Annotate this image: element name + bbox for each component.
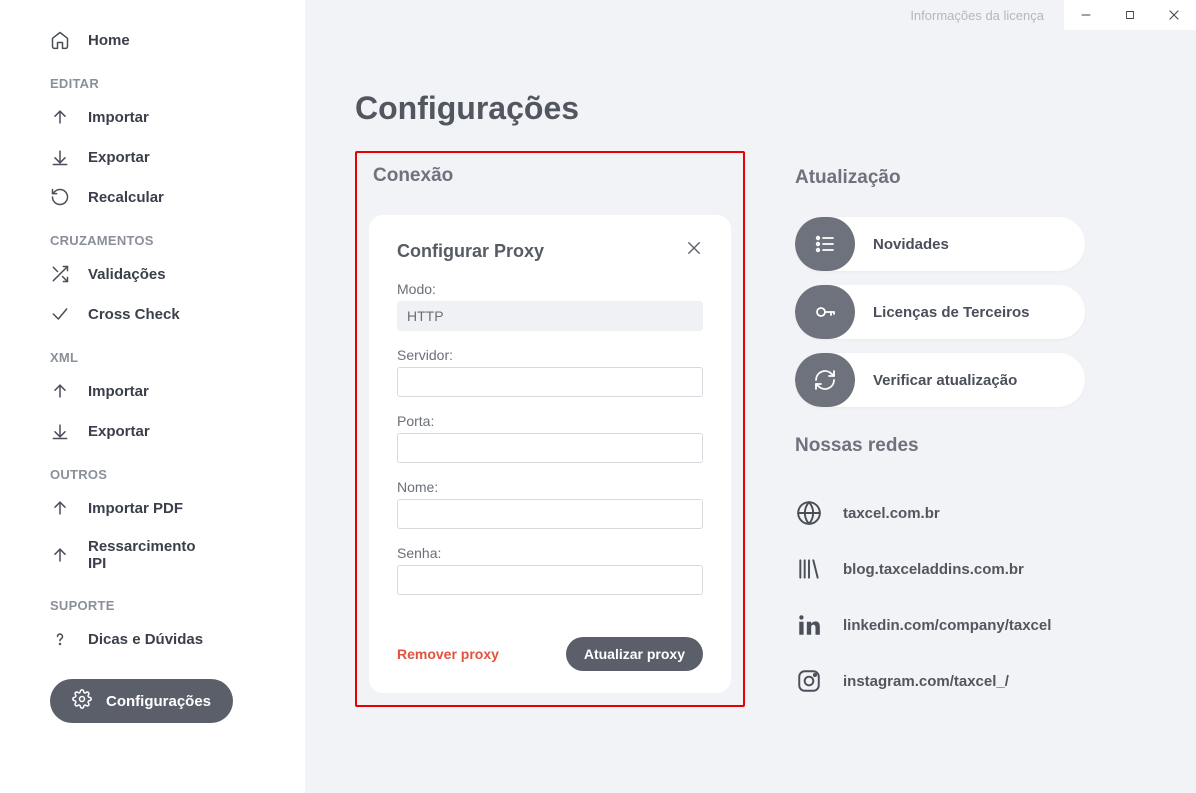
sidebar-item-ressarcimento[interactable]: Ressarcimento IPI bbox=[50, 528, 270, 582]
sidebar-item-dicas[interactable]: Dicas e Dúvidas bbox=[50, 619, 270, 659]
social-label: linkedin.com/company/taxcel bbox=[843, 617, 1051, 634]
sidebar-item-validacoes[interactable]: Validações bbox=[50, 254, 270, 294]
licencas-button[interactable]: Licenças de Terceiros bbox=[795, 285, 1085, 339]
sidebar-label: Importar bbox=[88, 109, 149, 126]
card-title: Configurar Proxy bbox=[397, 241, 544, 262]
sidebar-label: Dicas e Dúvidas bbox=[88, 631, 203, 648]
import-icon bbox=[50, 381, 70, 401]
sidebar-label: Exportar bbox=[88, 149, 150, 166]
sidebar-item-recalcular[interactable]: Recalcular bbox=[50, 177, 270, 217]
sidebar-label: Exportar bbox=[88, 423, 150, 440]
nome-input[interactable] bbox=[397, 499, 703, 529]
update-proxy-button[interactable]: Atualizar proxy bbox=[566, 637, 703, 671]
social-section: Nossas redes taxcel.com.br blog.taxcelad… bbox=[795, 435, 1085, 709]
sidebar-item-importar[interactable]: Importar bbox=[50, 97, 270, 137]
content: Configurações Conexão Configurar Proxy M… bbox=[305, 0, 1196, 749]
topbar: Informações da licença bbox=[910, 0, 1196, 30]
instagram-icon bbox=[795, 667, 823, 695]
home-icon bbox=[50, 30, 70, 50]
sidebar-section-xml: XML bbox=[50, 350, 270, 365]
servidor-input[interactable] bbox=[397, 367, 703, 397]
sidebar-label: Cross Check bbox=[88, 306, 180, 323]
books-icon bbox=[795, 555, 823, 583]
sidebar-item-crosscheck[interactable]: Cross Check bbox=[50, 294, 270, 334]
sidebar-label: Importar bbox=[88, 383, 149, 400]
section-title-redes: Nossas redes bbox=[795, 435, 1085, 457]
sync-icon bbox=[795, 353, 855, 407]
list-icon bbox=[795, 217, 855, 271]
export-icon bbox=[50, 421, 70, 441]
key-icon bbox=[795, 285, 855, 339]
verificar-button[interactable]: Verificar atualização bbox=[795, 353, 1085, 407]
sidebar-label: Validações bbox=[88, 266, 166, 283]
sidebar-label: Configurações bbox=[106, 693, 211, 710]
social-linkedin[interactable]: linkedin.com/company/taxcel bbox=[795, 597, 1085, 653]
sidebar-section-cruzamentos: CRUZAMENTOS bbox=[50, 233, 270, 248]
label-modo: Modo: bbox=[397, 281, 703, 297]
pill-label: Licenças de Terceiros bbox=[855, 304, 1029, 321]
modo-value[interactable]: HTTP bbox=[397, 301, 703, 331]
pill-label: Novidades bbox=[855, 236, 949, 253]
label-servidor: Servidor: bbox=[397, 347, 703, 363]
social-label: instagram.com/taxcel_/ bbox=[843, 673, 1009, 690]
import-icon bbox=[50, 545, 70, 565]
sidebar-label: Importar PDF bbox=[88, 500, 183, 517]
senha-input[interactable] bbox=[397, 565, 703, 595]
sidebar-item-config[interactable]: Configurações bbox=[50, 679, 233, 723]
sidebar: Home EDITAR Importar Exportar Recalcular… bbox=[0, 0, 305, 793]
novidades-button[interactable]: Novidades bbox=[795, 217, 1085, 271]
label-nome: Nome: bbox=[397, 479, 703, 495]
linkedin-icon bbox=[795, 611, 823, 639]
close-button[interactable] bbox=[1152, 0, 1196, 30]
social-blog[interactable]: blog.taxceladdins.com.br bbox=[795, 541, 1085, 597]
globe-icon bbox=[795, 499, 823, 527]
pill-label: Verificar atualização bbox=[855, 372, 1017, 389]
highlight-box: Conexão Configurar Proxy Modo: HTTP Serv… bbox=[355, 151, 745, 707]
sidebar-item-importar-xml[interactable]: Importar bbox=[50, 371, 270, 411]
sidebar-item-exportar[interactable]: Exportar bbox=[50, 137, 270, 177]
right-column: Atualização Novidades Licenças de Tercei… bbox=[795, 167, 1085, 709]
label-porta: Porta: bbox=[397, 413, 703, 429]
import-icon bbox=[50, 107, 70, 127]
sidebar-section-editar: EDITAR bbox=[50, 76, 270, 91]
social-label: blog.taxceladdins.com.br bbox=[843, 561, 1024, 578]
proxy-card: Configurar Proxy Modo: HTTP Servidor: Po… bbox=[369, 215, 731, 693]
connection-section: Conexão Configurar Proxy Modo: HTTP Serv… bbox=[355, 167, 745, 707]
label-senha: Senha: bbox=[397, 545, 703, 561]
refresh-icon bbox=[50, 187, 70, 207]
page-title: Configurações bbox=[355, 90, 1146, 127]
check-icon bbox=[50, 304, 70, 324]
import-icon bbox=[50, 498, 70, 518]
social-web[interactable]: taxcel.com.br bbox=[795, 485, 1085, 541]
sidebar-section-suporte: SUPORTE bbox=[50, 598, 270, 613]
question-icon bbox=[50, 629, 70, 649]
sidebar-item-importar-pdf[interactable]: Importar PDF bbox=[50, 488, 270, 528]
sidebar-section-outros: OUTROS bbox=[50, 467, 270, 482]
gear-icon bbox=[72, 689, 92, 713]
sidebar-label: Recalcular bbox=[88, 189, 164, 206]
sidebar-label: Home bbox=[88, 32, 130, 49]
sidebar-item-exportar-xml[interactable]: Exportar bbox=[50, 411, 270, 451]
remove-proxy-link[interactable]: Remover proxy bbox=[397, 646, 499, 662]
shuffle-icon bbox=[50, 264, 70, 284]
social-instagram[interactable]: instagram.com/taxcel_/ bbox=[795, 653, 1085, 709]
export-icon bbox=[50, 147, 70, 167]
porta-input[interactable] bbox=[397, 433, 703, 463]
main: Informações da licença Configurações Con… bbox=[305, 0, 1196, 793]
sidebar-label: Ressarcimento IPI bbox=[88, 538, 218, 572]
sidebar-item-home[interactable]: Home bbox=[50, 20, 270, 60]
social-label: taxcel.com.br bbox=[843, 505, 940, 522]
section-title-atualizacao: Atualização bbox=[795, 167, 1085, 189]
maximize-button[interactable] bbox=[1108, 0, 1152, 30]
section-title-conexao: Conexão bbox=[369, 165, 731, 187]
license-info-text: Informações da licença bbox=[910, 8, 1044, 23]
minimize-button[interactable] bbox=[1064, 0, 1108, 30]
close-icon[interactable] bbox=[685, 239, 703, 263]
